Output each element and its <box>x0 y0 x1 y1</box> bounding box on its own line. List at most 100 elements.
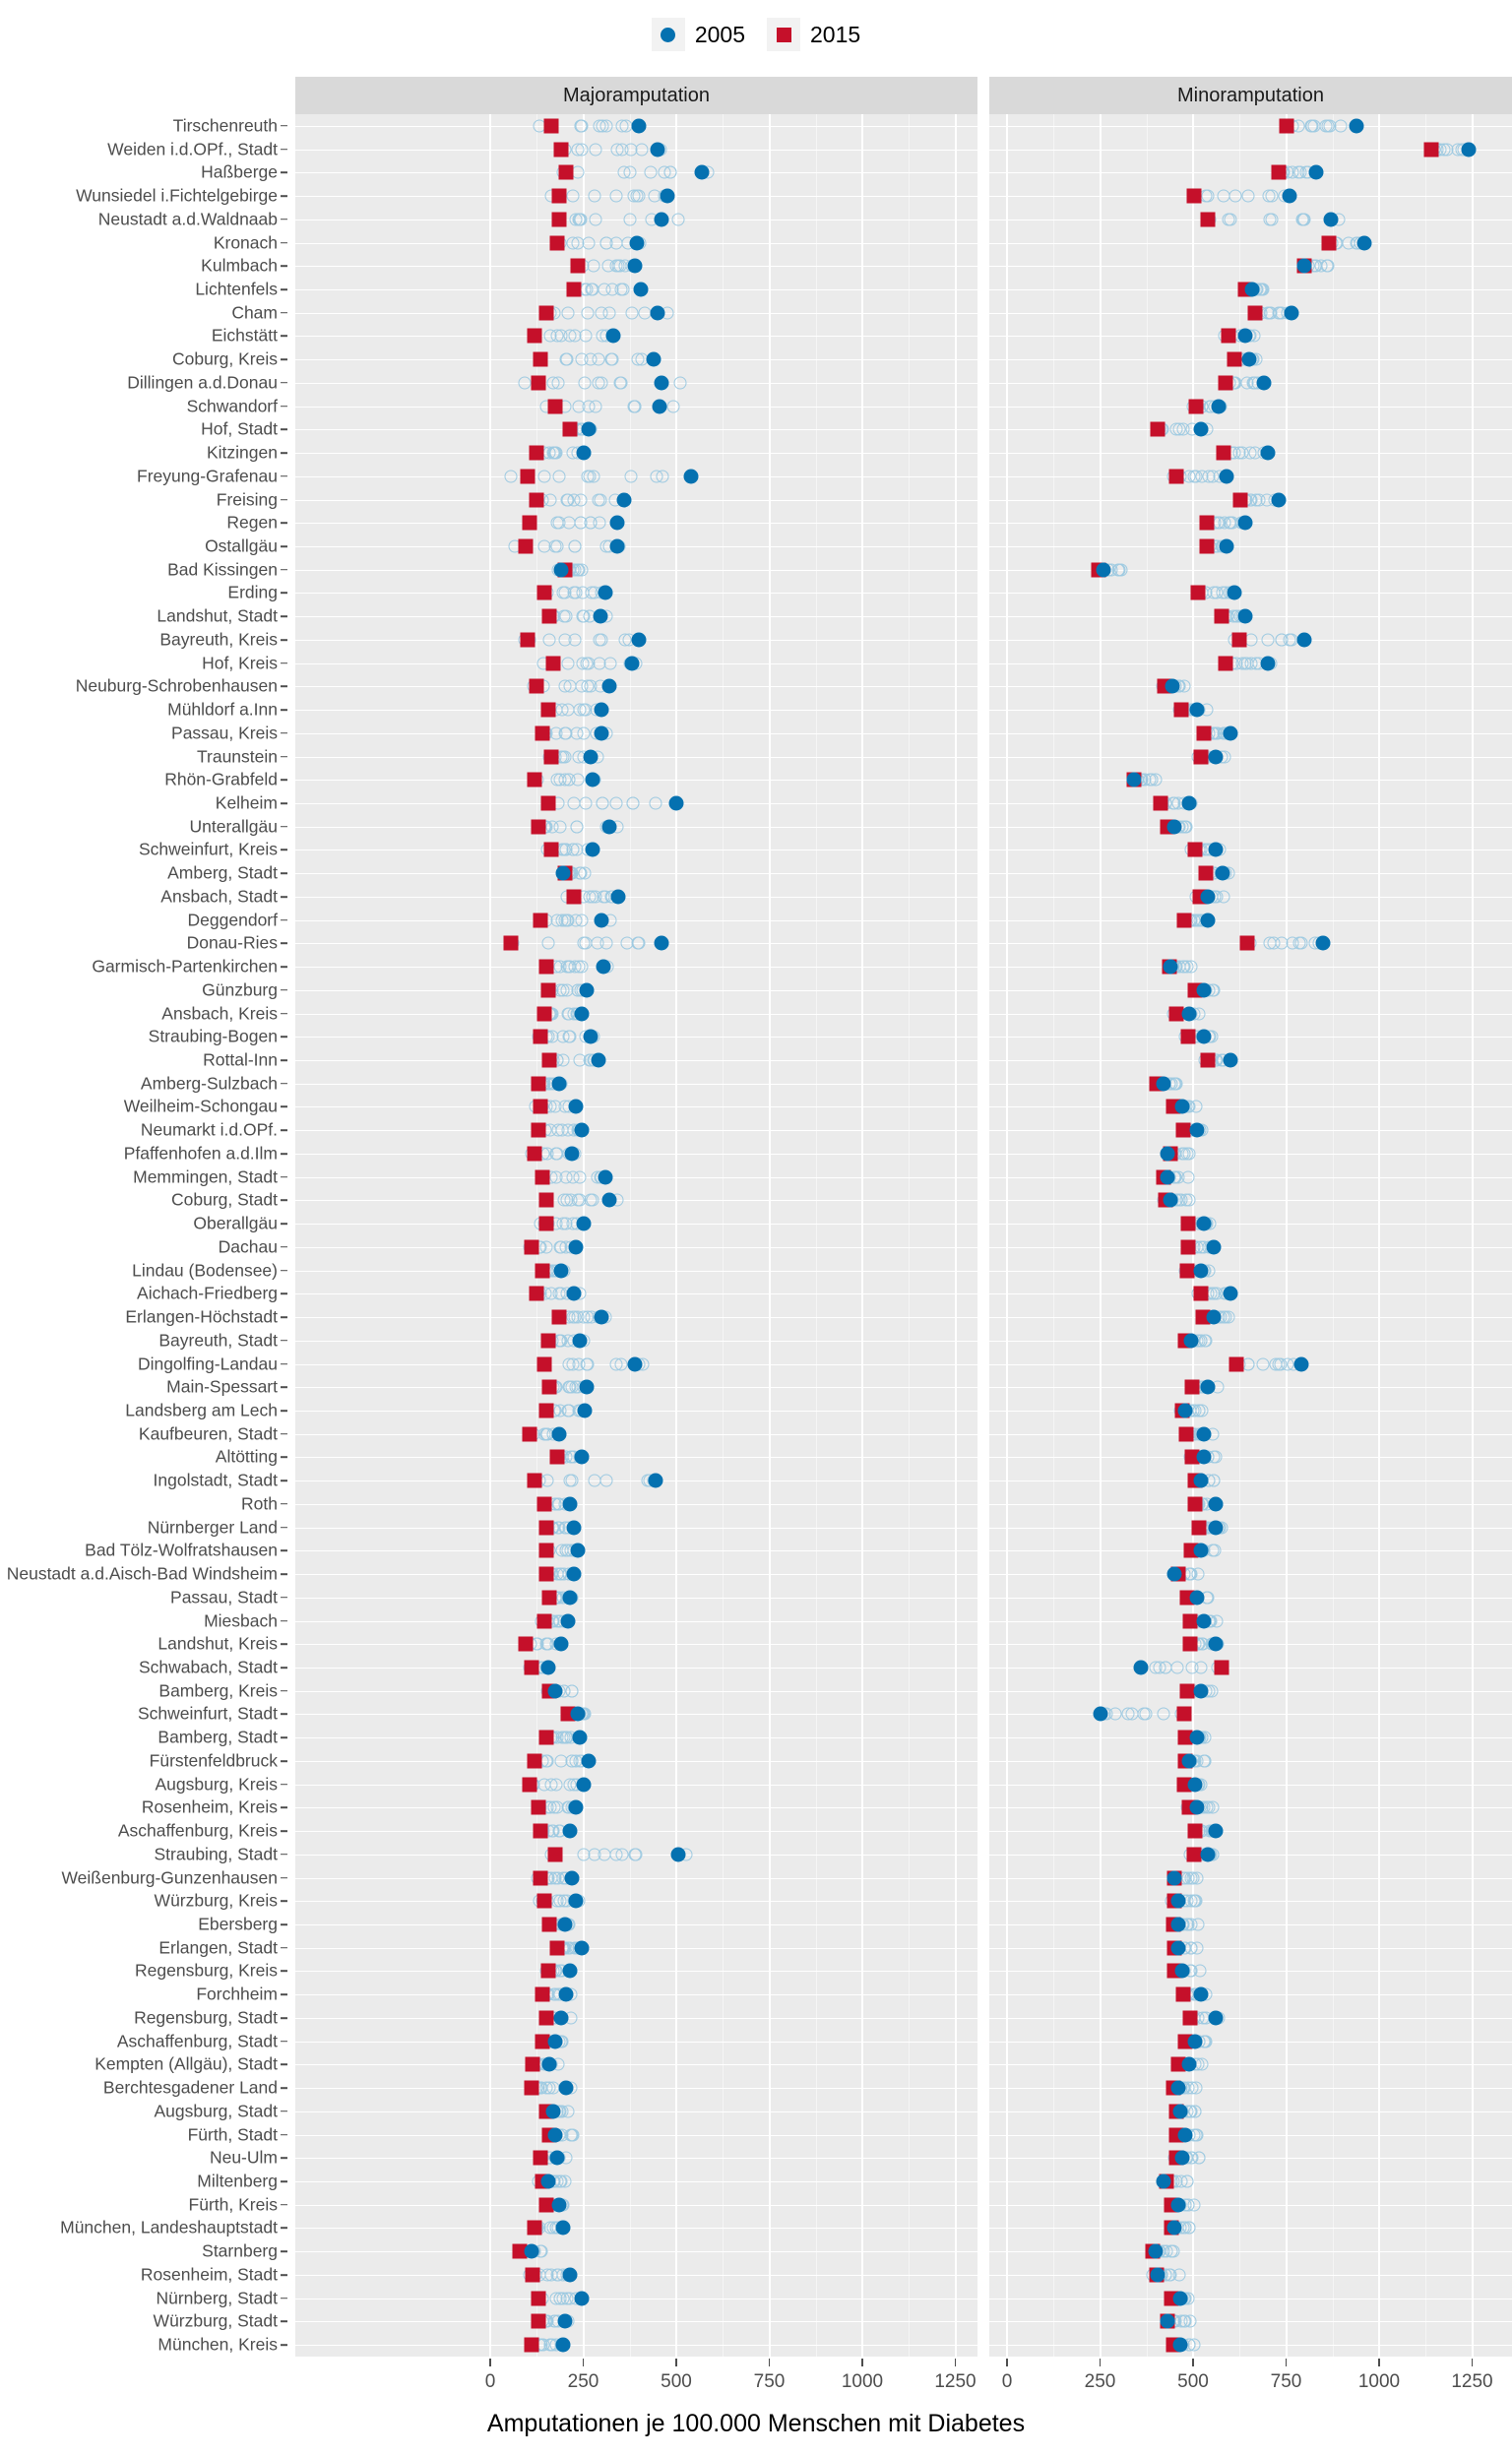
y-axis-tick <box>281 1643 287 1646</box>
data-point-intermediate <box>1189 1894 1203 1908</box>
data-point-2015 <box>1228 1356 1244 1371</box>
data-point-intermediate <box>568 539 582 553</box>
data-point-2005 <box>566 1520 582 1536</box>
data-point-intermediate <box>1244 657 1258 670</box>
y-axis-label: Pfaffenhofen a.d.Ilm <box>123 1143 278 1164</box>
data-point-2015 <box>541 1590 557 1606</box>
gridline-y <box>295 2041 977 2043</box>
gridline-y <box>295 1527 977 1529</box>
data-point-2005 <box>555 2337 571 2353</box>
gridline-y <box>989 2181 1512 2183</box>
data-point-intermediate <box>1149 773 1163 787</box>
data-point-2005 <box>1237 328 1253 344</box>
data-point-2015 <box>527 1473 542 1488</box>
y-axis-label: Amberg, Stadt <box>167 862 278 883</box>
data-point-intermediate <box>1185 2081 1199 2095</box>
data-point-2005 <box>566 1566 582 1582</box>
data-point-2015 <box>541 1052 557 1068</box>
data-point-2005 <box>1187 2034 1203 2049</box>
data-point-2015 <box>524 2337 539 2353</box>
gridline-y <box>295 1013 977 1015</box>
data-point-2015 <box>1186 188 1202 204</box>
gridline-y <box>295 1130 977 1132</box>
y-axis-label: Bayreuth, Kreis <box>159 629 278 650</box>
plot-panel-major <box>295 114 977 2357</box>
gridline-y <box>989 1690 1512 1692</box>
gridline-y <box>295 1550 977 1552</box>
gridline-y <box>989 429 1512 431</box>
data-point-2005 <box>574 1122 590 1138</box>
data-point-2005 <box>1193 1986 1209 2002</box>
data-point-2005 <box>1200 1847 1216 1862</box>
y-axis-tick <box>281 1316 287 1318</box>
data-point-2005 <box>564 1146 580 1162</box>
data-point-2005 <box>1160 1146 1175 1162</box>
data-point-2005 <box>1223 1286 1238 1301</box>
data-point-2015 <box>520 469 536 484</box>
data-point-intermediate <box>666 400 680 413</box>
gridline-y <box>989 172 1512 174</box>
data-point-intermediate <box>1191 1918 1205 1931</box>
y-axis-label: Aschaffenburg, Stadt <box>116 2030 278 2050</box>
gridline-y <box>989 1037 1512 1039</box>
data-point-2005 <box>547 1683 563 1699</box>
gridline-y <box>989 1270 1512 1272</box>
gridline-y <box>295 1971 977 1973</box>
y-axis-label: Rottal-Inn <box>203 1049 278 1070</box>
x-axis-label: 1000 <box>841 2371 884 2392</box>
data-point-2005 <box>1160 2313 1175 2329</box>
gridline-y <box>295 686 977 688</box>
data-point-2015 <box>540 1333 556 1349</box>
data-point-intermediate <box>1275 633 1289 647</box>
y-axis-label: Aichach-Friedberg <box>137 1283 278 1303</box>
y-axis-label: Unterallgäu <box>189 815 279 836</box>
data-point-2005 <box>1200 913 1216 928</box>
data-point-intermediate <box>586 283 599 296</box>
data-point-intermediate <box>575 960 589 974</box>
y-axis-tick <box>281 335 287 338</box>
data-point-2005 <box>1271 492 1287 508</box>
data-point-2005 <box>650 305 665 321</box>
y-axis-label: Landshut, Kreis <box>158 1633 278 1654</box>
gridline-y <box>989 2017 1512 2019</box>
data-point-intermediate <box>548 1100 562 1113</box>
gridline-y <box>295 453 977 455</box>
data-point-2015 <box>536 1613 552 1629</box>
gridline-y <box>989 1480 1512 1482</box>
data-point-2015 <box>1182 1636 1198 1652</box>
data-point-2005 <box>1284 305 1299 321</box>
y-axis-tick <box>281 1993 287 1995</box>
y-axis-label: Kempten (Allgäu), Stadt <box>94 2053 278 2074</box>
data-point-2005 <box>1244 282 1260 297</box>
data-point-2005 <box>1237 608 1253 624</box>
y-axis-label: Erlangen, Stadt <box>158 1936 278 1957</box>
data-point-2005 <box>558 2080 574 2096</box>
gridline-y <box>989 826 1512 828</box>
data-point-2005 <box>1296 258 1312 274</box>
data-point-intermediate <box>599 936 613 950</box>
x-axis-tick <box>1006 2359 1008 2366</box>
circle-icon <box>661 27 676 42</box>
gridline-y <box>989 1130 1512 1132</box>
data-point-intermediate <box>1183 2314 1197 2328</box>
gridline-x-500 <box>675 114 677 2357</box>
gridline-y <box>295 896 977 898</box>
data-point-2015 <box>525 2056 540 2072</box>
y-axis-label: Miltenberg <box>197 2171 278 2191</box>
data-point-2005 <box>648 1473 663 1488</box>
gridline-y <box>989 1854 1512 1856</box>
data-point-2005 <box>1096 562 1111 578</box>
data-point-intermediate <box>537 470 551 483</box>
y-axis-label: Günzburg <box>202 979 278 1000</box>
gridline-y <box>295 2345 977 2347</box>
data-point-2015 <box>549 1449 565 1465</box>
data-point-2005 <box>654 212 669 227</box>
y-axis-tick <box>281 522 287 525</box>
data-point-2005 <box>549 2150 565 2166</box>
data-point-2015 <box>535 1263 550 1279</box>
data-point-2005 <box>1183 1333 1199 1349</box>
data-point-intermediate <box>1261 633 1275 647</box>
data-point-intermediate <box>554 1287 568 1300</box>
data-point-intermediate <box>1172 2268 1186 2282</box>
data-point-2015 <box>524 1660 539 1675</box>
